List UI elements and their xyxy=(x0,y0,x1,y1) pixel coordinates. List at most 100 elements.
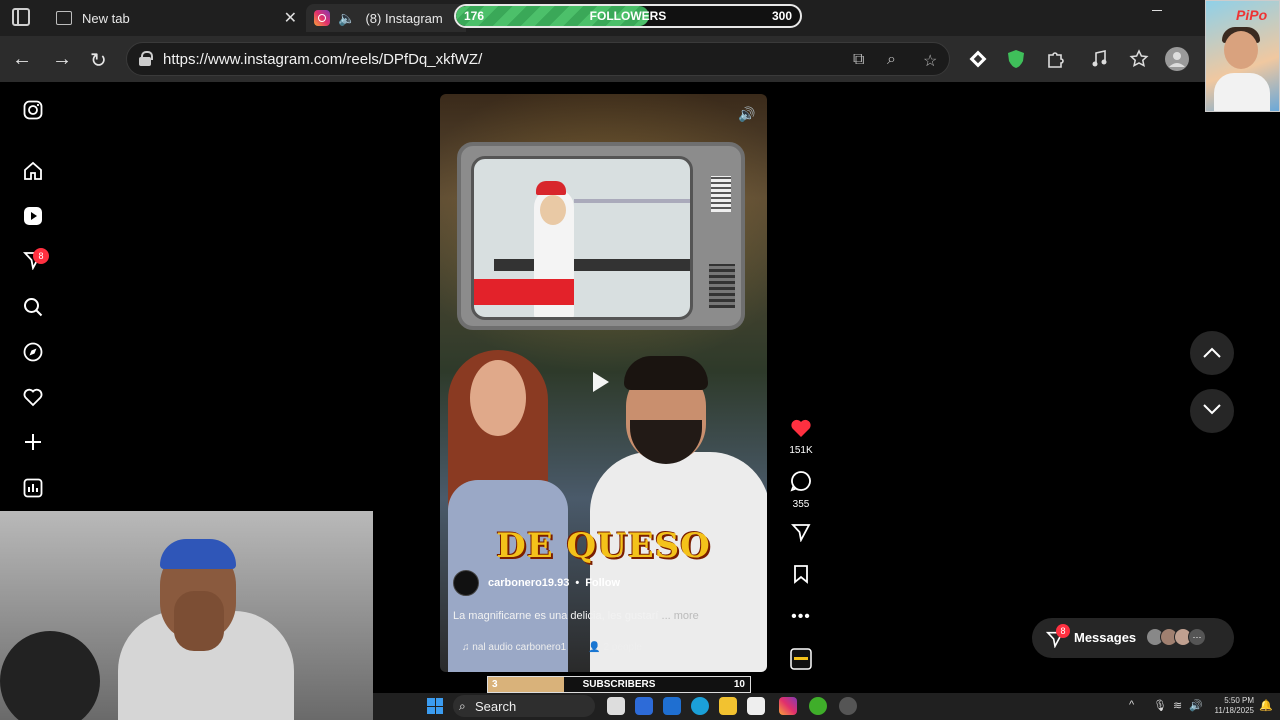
reel-video[interactable]: 🔊 DE QUESO carbonero19.93 • Follow La ma… xyxy=(440,94,767,672)
volume-icon[interactable]: 🔊 xyxy=(738,106,755,123)
reload-icon[interactable]: ↻ xyxy=(90,48,107,73)
reel-footer: ♫ nal audio carbonero1 👤 2 people xyxy=(462,642,642,653)
open-in-app-icon[interactable]: ⧉ xyxy=(853,51,864,69)
next-reel-button[interactable] xyxy=(1190,389,1234,433)
explore-compass-icon[interactable] xyxy=(23,342,43,362)
man-hair xyxy=(624,356,708,390)
heart-filled-icon xyxy=(791,419,811,437)
avatar-head xyxy=(1224,31,1258,69)
speaker-icon[interactable]: 🔈 xyxy=(338,10,355,27)
tab-instagram[interactable]: 🔈 (8) Instagram xyxy=(306,4,466,32)
profile-avatar-icon[interactable] xyxy=(1165,47,1189,71)
messages-button[interactable]: 8 Messages ⋯ xyxy=(1032,618,1234,658)
taskbar-search[interactable]: ⌕ Search xyxy=(453,695,595,717)
forward-icon[interactable]: → xyxy=(52,48,72,71)
more-options-action[interactable]: ••• xyxy=(784,608,818,626)
back-icon[interactable]: ← xyxy=(12,48,32,71)
search-icon: ⌕ xyxy=(459,699,466,713)
close-tab-icon[interactable]: ✕ xyxy=(284,8,297,28)
subscribers-goal: 10 xyxy=(733,679,745,690)
chevron-up-icon xyxy=(1203,347,1221,358)
edge-icon[interactable] xyxy=(691,697,709,715)
followers-goal-bar: 176 FOLLOWERS 300 xyxy=(454,4,802,28)
reel-description: La magnificarne es una delicia, les gust… xyxy=(453,610,699,622)
file-explorer-icon[interactable] xyxy=(719,697,737,715)
settings-gear-icon[interactable] xyxy=(839,697,857,715)
tv-speaker xyxy=(709,264,735,308)
description-text: La magnificarne es una delicia, les gust… xyxy=(453,610,659,622)
windows-start-icon[interactable] xyxy=(427,698,443,714)
extensions-puzzle-icon[interactable] xyxy=(1046,49,1066,69)
person-icon: 👤 xyxy=(588,642,604,653)
zoom-app-icon[interactable] xyxy=(635,697,653,715)
reels-icon[interactable] xyxy=(23,206,43,226)
author-name[interactable]: carbonero19.93 xyxy=(488,577,569,589)
share-action[interactable] xyxy=(784,522,818,547)
address-bar[interactable]: https://www.instagram.com/reels/DPfDq_xk… xyxy=(126,42,950,76)
avatar-shirt xyxy=(1214,73,1270,111)
subscribers-label: SUBSCRIBERS xyxy=(582,679,656,690)
dashboard-chart-icon[interactable] xyxy=(23,478,43,498)
video-caption: DE QUESO xyxy=(496,526,711,566)
instagram-logo-icon[interactable] xyxy=(23,100,43,120)
search-icon[interactable] xyxy=(23,297,43,317)
taskbar-search-label: Search xyxy=(475,699,517,714)
wifi-icon[interactable]: ≋ xyxy=(1173,699,1182,712)
tv-shelf xyxy=(574,199,690,203)
home-icon[interactable] xyxy=(23,161,43,181)
followers-goal: 300 xyxy=(771,9,792,23)
audio-thumbnail-icon xyxy=(790,648,812,670)
tab-label: New tab xyxy=(82,10,130,26)
microphone-graphic xyxy=(0,631,100,720)
previous-reel-button[interactable] xyxy=(1190,331,1234,375)
chef-hat xyxy=(536,181,566,195)
site-info-icon[interactable] xyxy=(139,51,153,67)
more-link[interactable]: ... more xyxy=(662,610,699,622)
zoom-icon[interactable]: ⌕ xyxy=(887,51,896,69)
shield-icon[interactable] xyxy=(1006,49,1026,69)
clock-date: 11/18/2025 xyxy=(1214,706,1254,715)
tab-label: (8) Instagram xyxy=(365,10,443,26)
separator-dot: • xyxy=(575,577,580,589)
minimize-icon[interactable] xyxy=(1152,10,1162,11)
extension-diamond-icon[interactable] xyxy=(968,49,988,69)
create-plus-icon[interactable] xyxy=(23,432,43,452)
tab-actions-icon[interactable] xyxy=(12,8,30,26)
favorites-icon[interactable] xyxy=(1129,49,1149,69)
play-icon[interactable] xyxy=(593,372,609,392)
chevron-down-icon xyxy=(1203,404,1221,415)
notifications-heart-icon[interactable] xyxy=(23,387,43,407)
woman-figure xyxy=(448,350,568,672)
comment-icon xyxy=(790,471,811,492)
comment-action[interactable]: 355 xyxy=(784,470,818,510)
store-icon[interactable] xyxy=(747,697,765,715)
webcam-overlay xyxy=(0,511,373,720)
bookmark-icon xyxy=(794,565,808,584)
show-hidden-icons[interactable]: ^ xyxy=(1129,699,1134,711)
instagram-app-icon[interactable] xyxy=(779,697,797,715)
media-control-icon[interactable] xyxy=(1090,49,1110,69)
outlook-icon[interactable] xyxy=(663,697,681,715)
clock[interactable]: 5:50 PM 11/18/2025 xyxy=(1215,696,1254,716)
tagged-people[interactable]: 👤 2 people xyxy=(588,642,642,653)
man-figure xyxy=(590,356,767,672)
url-text[interactable]: https://www.instagram.com/reels/DPfDq_xk… xyxy=(163,51,482,68)
microphone-icon[interactable]: 🎙 xyxy=(1153,699,1167,712)
comment-count: 355 xyxy=(792,499,810,510)
save-action[interactable] xyxy=(784,564,818,589)
author-avatar[interactable] xyxy=(453,570,479,596)
audio-thumbnail[interactable] xyxy=(784,648,818,675)
like-action[interactable]: 151K xyxy=(784,418,818,456)
reel-author-row: carbonero19.93 • Follow xyxy=(453,570,620,596)
xbox-icon[interactable] xyxy=(809,697,827,715)
audio-link[interactable]: ♫ nal audio carbonero1 xyxy=(462,642,566,653)
like-count: 151K xyxy=(789,445,813,456)
woman-face xyxy=(470,360,526,436)
favorite-star-icon[interactable]: ☆ xyxy=(923,51,937,71)
follow-button[interactable]: Follow xyxy=(585,577,620,589)
notification-bell-icon[interactable]: 🔔 xyxy=(1259,699,1273,712)
task-view-icon[interactable] xyxy=(607,697,625,715)
tv-screen xyxy=(471,156,693,320)
volume-tray-icon[interactable]: 🔊 xyxy=(1189,699,1203,712)
tab-new-tab[interactable]: New tab ✕ xyxy=(50,4,305,32)
